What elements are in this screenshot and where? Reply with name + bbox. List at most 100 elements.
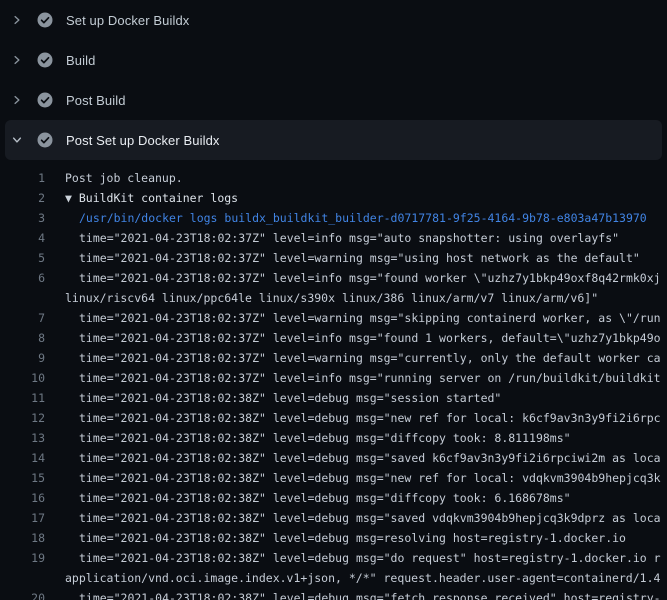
log-line-content: application/vnd.oci.image.index.v1+json,… [65, 568, 660, 588]
log-line-content: Post job cleanup. [65, 168, 183, 188]
log-line-content: ▼ BuildKit container logs [65, 188, 238, 208]
log-line-content: time="2021-04-23T18:02:38Z" level=debug … [79, 488, 571, 508]
log-line: linux/riscv64 linux/ppc64le linux/s390x … [0, 288, 667, 308]
log-panel: 1 Post job cleanup. 2 ▼ BuildKit contain… [0, 160, 667, 600]
line-number[interactable]: 17 [0, 508, 45, 528]
line-number[interactable]: 10 [0, 368, 45, 388]
log-text: Post job cleanup. [65, 171, 183, 185]
line-number[interactable]: 6 [0, 268, 45, 288]
log-text: time="2021-04-23T18:02:38Z" level=debug … [79, 511, 661, 525]
log-text: time="2021-04-23T18:02:38Z" level=debug … [79, 431, 571, 445]
line-number[interactable] [0, 288, 45, 308]
log-line-content: time="2021-04-23T18:02:38Z" level=debug … [79, 588, 661, 600]
line-number[interactable]: 7 [0, 308, 45, 328]
log-line: application/vnd.oci.image.index.v1+json,… [0, 568, 667, 588]
log-line: 6 time="2021-04-23T18:02:37Z" level=info… [0, 268, 667, 288]
log-line-content: time="2021-04-23T18:02:37Z" level=warnin… [79, 348, 661, 368]
step-label: Post Set up Docker Buildx [66, 133, 220, 148]
line-number[interactable]: 14 [0, 448, 45, 468]
line-number[interactable]: 13 [0, 428, 45, 448]
log-text: time="2021-04-23T18:02:38Z" level=debug … [79, 451, 661, 465]
step-label: Build [66, 53, 95, 68]
log-line: 3 /usr/bin/docker logs buildx_buildkit_b… [0, 208, 667, 228]
line-number[interactable]: 1 [0, 168, 45, 188]
log-line: 20 time="2021-04-23T18:02:38Z" level=deb… [0, 588, 667, 600]
actions-log-viewer: Set up Docker Buildx Build Post Build [0, 0, 667, 600]
log-text: time="2021-04-23T18:02:37Z" level=info m… [79, 331, 661, 345]
line-number[interactable]: 9 [0, 348, 45, 368]
log-line-content: time="2021-04-23T18:02:37Z" level=warnin… [79, 248, 640, 268]
log-text: application/vnd.oci.image.index.v1+json,… [65, 571, 660, 585]
log-line: 13 time="2021-04-23T18:02:38Z" level=deb… [0, 428, 667, 448]
log-line: 14 time="2021-04-23T18:02:38Z" level=deb… [0, 448, 667, 468]
line-number[interactable]: 11 [0, 388, 45, 408]
log-text: linux/riscv64 linux/ppc64le linux/s390x … [65, 291, 598, 305]
log-line: 19 time="2021-04-23T18:02:38Z" level=deb… [0, 548, 667, 568]
line-number[interactable]: 2 [0, 188, 45, 208]
log-line-content: /usr/bin/docker logs buildx_buildkit_bui… [79, 208, 647, 228]
log-line-content: time="2021-04-23T18:02:37Z" level=info m… [79, 328, 661, 348]
log-line-content: time="2021-04-23T18:02:38Z" level=debug … [79, 548, 661, 568]
log-text: time="2021-04-23T18:02:37Z" level=info m… [79, 231, 619, 245]
check-circle-icon [37, 132, 53, 148]
log-line: 16 time="2021-04-23T18:02:38Z" level=deb… [0, 488, 667, 508]
check-circle-icon [37, 92, 53, 108]
line-number[interactable]: 4 [0, 228, 45, 248]
chevron-right-icon [11, 12, 23, 28]
log-line: 15 time="2021-04-23T18:02:38Z" level=deb… [0, 468, 667, 488]
line-number[interactable]: 8 [0, 328, 45, 348]
line-number[interactable]: 16 [0, 488, 45, 508]
log-text: time="2021-04-23T18:02:37Z" level=info m… [79, 371, 661, 385]
log-line-content: time="2021-04-23T18:02:38Z" level=debug … [79, 528, 626, 548]
log-text: BuildKit container logs [79, 191, 238, 205]
log-line: 5 time="2021-04-23T18:02:37Z" level=warn… [0, 248, 667, 268]
chevron-right-icon [11, 52, 23, 68]
log-line: 8 time="2021-04-23T18:02:37Z" level=info… [0, 328, 667, 348]
log-text: time="2021-04-23T18:02:37Z" level=warnin… [79, 311, 661, 325]
log-text: time="2021-04-23T18:02:38Z" level=debug … [79, 471, 661, 485]
log-line: 11 time="2021-04-23T18:02:38Z" level=deb… [0, 388, 667, 408]
log-text: time="2021-04-23T18:02:38Z" level=debug … [79, 491, 571, 505]
log-line: 18 time="2021-04-23T18:02:38Z" level=deb… [0, 528, 667, 548]
line-number[interactable]: 20 [0, 588, 45, 600]
log-line-content: time="2021-04-23T18:02:38Z" level=debug … [79, 408, 661, 428]
log-text: time="2021-04-23T18:02:38Z" level=debug … [79, 411, 661, 425]
line-number[interactable]: 5 [0, 248, 45, 268]
step-row-build[interactable]: Build [0, 40, 667, 80]
chevron-down-icon [11, 132, 23, 148]
line-number[interactable]: 12 [0, 408, 45, 428]
line-number[interactable]: 15 [0, 468, 45, 488]
log-text: time="2021-04-23T18:02:38Z" level=debug … [79, 551, 661, 565]
log-line-content: time="2021-04-23T18:02:38Z" level=debug … [79, 508, 661, 528]
log-line: 1 Post job cleanup. [0, 168, 667, 188]
log-text: time="2021-04-23T18:02:37Z" level=info m… [79, 271, 661, 285]
steps-list: Set up Docker Buildx Build Post Build [0, 0, 667, 160]
line-number[interactable]: 3 [0, 208, 45, 228]
log-line: 10 time="2021-04-23T18:02:37Z" level=inf… [0, 368, 667, 388]
log-line-content: time="2021-04-23T18:02:38Z" level=debug … [79, 428, 571, 448]
log-line-content: time="2021-04-23T18:02:37Z" level=warnin… [79, 308, 661, 328]
log-text: time="2021-04-23T18:02:38Z" level=debug … [79, 531, 626, 545]
line-number[interactable] [0, 568, 45, 588]
check-circle-icon [37, 52, 53, 68]
step-label: Post Build [66, 93, 126, 108]
log-line: 17 time="2021-04-23T18:02:38Z" level=deb… [0, 508, 667, 528]
log-line: 4 time="2021-04-23T18:02:37Z" level=info… [0, 228, 667, 248]
log-line: 7 time="2021-04-23T18:02:37Z" level=warn… [0, 308, 667, 328]
line-number[interactable]: 19 [0, 548, 45, 568]
log-line: 2 ▼ BuildKit container logs [0, 188, 667, 208]
log-text: time="2021-04-23T18:02:38Z" level=debug … [79, 391, 501, 405]
log-line-content: time="2021-04-23T18:02:37Z" level=info m… [79, 228, 619, 248]
step-row-post-build[interactable]: Post Build [0, 80, 667, 120]
log-text: time="2021-04-23T18:02:38Z" level=debug … [79, 591, 661, 600]
step-row-set-up-docker-buildx[interactable]: Set up Docker Buildx [0, 0, 667, 40]
log-line-content: linux/riscv64 linux/ppc64le linux/s390x … [65, 288, 598, 308]
step-row-post-set-up-docker-buildx[interactable]: Post Set up Docker Buildx [5, 120, 662, 160]
collapse-triangle-icon[interactable]: ▼ [65, 191, 79, 205]
chevron-right-icon [11, 92, 23, 108]
log-text: /usr/bin/docker logs buildx_buildkit_bui… [79, 211, 647, 225]
line-number[interactable]: 18 [0, 528, 45, 548]
log-text: time="2021-04-23T18:02:37Z" level=warnin… [79, 351, 661, 365]
log-text: time="2021-04-23T18:02:37Z" level=warnin… [79, 251, 640, 265]
log-line-content: time="2021-04-23T18:02:38Z" level=debug … [79, 388, 501, 408]
